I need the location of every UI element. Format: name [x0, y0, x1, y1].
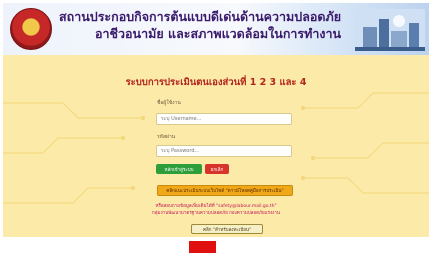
bottom-red-block [189, 241, 216, 253]
register-button[interactable]: คลิก "สำหรับลงทะเบียน" [191, 224, 263, 234]
cancel-button[interactable]: ยกเลิก [205, 164, 229, 174]
factory-illustration-icon [355, 9, 425, 51]
password-label: รหัสผ่าน [157, 134, 176, 140]
page: สถานประกอบกิจการต้นแบบดีเด่นด้านความปลอด… [3, 3, 429, 237]
banner-title-line2: อาชีวอนามัย และสภาพแวดล้อมในการทำงาน [95, 26, 342, 41]
info-contact: หรือสอบถามข้อมูลเพิ่มเติมได้ที่ "safety@… [155, 204, 277, 209]
info-department: กลุ่มงานพัฒนามาตรฐานความปลอดภัย กองความป… [152, 211, 280, 216]
download-manual-button[interactable]: คลิกแนะประเมินระบบเว็บไซต์ "ดาวน์โหลดคู่… [157, 185, 293, 196]
username-label: ชื่อผู้ใช้งาน [157, 100, 181, 106]
login-button[interactable]: หลักเข้าสู่ระบบ [156, 164, 202, 174]
banner-title: สถานประกอบกิจการต้นแบบดีเด่นด้านความปลอด… [59, 8, 359, 42]
form-title: ระบบการประเมินตนเองส่วนที่ 1 2 3 และ 4 [125, 77, 307, 88]
banner-title-line1: สถานประกอบกิจการต้นแบบดีเด่นด้านความปลอด… [59, 9, 342, 24]
header-banner: สถานประกอบกิจการต้นแบบดีเด่นด้านความปลอด… [3, 3, 429, 55]
username-field[interactable] [156, 113, 292, 125]
government-seal-icon [10, 8, 52, 50]
password-field[interactable] [156, 145, 292, 157]
